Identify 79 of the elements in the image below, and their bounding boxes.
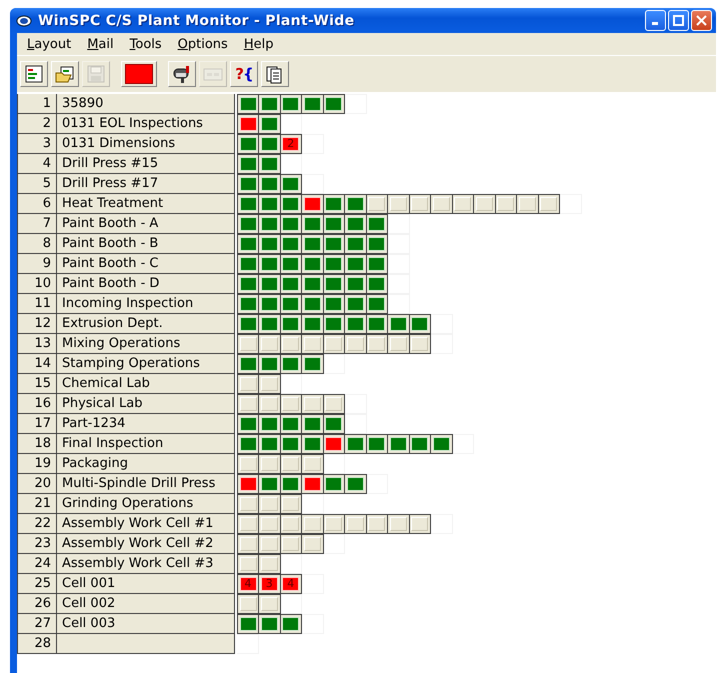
row-number: 24 bbox=[17, 554, 57, 574]
station-name[interactable]: Packaging bbox=[57, 454, 235, 474]
station-name[interactable]: Paint Booth - A bbox=[57, 214, 235, 234]
row-number: 4 bbox=[17, 154, 57, 174]
row-number: 10 bbox=[17, 274, 57, 294]
row-number: 19 bbox=[17, 454, 57, 474]
row-number: 12 bbox=[17, 314, 57, 334]
row-number: 5 bbox=[17, 174, 57, 194]
toolbar-button[interactable] bbox=[261, 61, 289, 87]
pages-icon bbox=[266, 64, 284, 84]
station-name[interactable]: 35890 bbox=[57, 94, 235, 114]
row-number: 28 bbox=[17, 634, 57, 654]
station-name[interactable]: Heat Treatment bbox=[57, 194, 235, 214]
station-name[interactable]: Multi-Spindle Drill Press bbox=[57, 474, 235, 494]
mailbox-icon bbox=[172, 65, 192, 83]
station-name[interactable]: Assembly Work Cell #1 bbox=[57, 514, 235, 534]
row-number: 2 bbox=[17, 114, 57, 134]
menu-item[interactable]: Help bbox=[236, 36, 282, 52]
station-name[interactable]: 0131 Dimensions bbox=[57, 134, 235, 154]
row-number: 21 bbox=[17, 494, 57, 514]
station-name[interactable]: 0131 EOL Inspections bbox=[57, 114, 235, 134]
row-number: 25 bbox=[17, 574, 57, 594]
station-name[interactable]: Paint Booth - D bbox=[57, 274, 235, 294]
station-name[interactable]: Grinding Operations bbox=[57, 494, 235, 514]
close-button[interactable] bbox=[691, 10, 712, 31]
row-number: 23 bbox=[17, 534, 57, 554]
row-number: 18 bbox=[17, 434, 57, 454]
alarm-indicator bbox=[125, 64, 153, 84]
station-name[interactable]: Paint Booth - B bbox=[57, 234, 235, 254]
maximize-icon bbox=[673, 15, 684, 26]
row-number: 27 bbox=[17, 614, 57, 634]
station-name[interactable]: Incoming Inspection bbox=[57, 294, 235, 314]
help-button[interactable]: ?{ bbox=[230, 61, 258, 87]
row-number: 15 bbox=[17, 374, 57, 394]
station-name[interactable]: Final Inspection bbox=[57, 434, 235, 454]
row-number: 7 bbox=[17, 214, 57, 234]
window-title: WinSPC C/S Plant Monitor - Plant-Wide bbox=[38, 12, 356, 28]
row-number: 11 bbox=[17, 294, 57, 314]
row-number: 22 bbox=[17, 514, 57, 534]
station-name[interactable]: Part-1234 bbox=[57, 414, 235, 434]
station-name[interactable]: Chemical Lab bbox=[57, 374, 235, 394]
station-name[interactable]: Physical Lab bbox=[57, 394, 235, 414]
station-name[interactable]: Extrusion Dept. bbox=[57, 314, 235, 334]
minimize-button[interactable] bbox=[645, 10, 666, 31]
list-icon bbox=[25, 65, 43, 83]
close-icon bbox=[696, 15, 707, 26]
menu-item[interactable]: Options bbox=[170, 36, 236, 52]
menu-item[interactable]: Layout bbox=[19, 36, 80, 52]
row-number: 9 bbox=[17, 254, 57, 274]
row-number: 14 bbox=[17, 354, 57, 374]
row-number: 1 bbox=[17, 94, 57, 114]
station-name[interactable]: Assembly Work Cell #3 bbox=[57, 554, 235, 574]
toolbar-button[interactable] bbox=[121, 61, 157, 87]
station-name[interactable]: Drill Press #15 bbox=[57, 154, 235, 174]
toolbar-button[interactable] bbox=[20, 61, 48, 87]
station-name[interactable]: Mixing Operations bbox=[57, 334, 235, 354]
row-number: 26 bbox=[17, 594, 57, 614]
menu-item[interactable]: Mail bbox=[79, 36, 122, 52]
station-name[interactable]: Drill Press #17 bbox=[57, 174, 235, 194]
row-number: 16 bbox=[17, 394, 57, 414]
row-number: 3 bbox=[17, 134, 57, 154]
row-number: 13 bbox=[17, 334, 57, 354]
row-number: 8 bbox=[17, 234, 57, 254]
row-number: 6 bbox=[17, 194, 57, 214]
toolbar-button[interactable] bbox=[168, 61, 196, 87]
folder-icon bbox=[55, 65, 75, 83]
station-name[interactable]: Cell 002 bbox=[57, 594, 235, 614]
eye-icon bbox=[16, 12, 32, 28]
station-name[interactable]: Paint Booth - C bbox=[57, 254, 235, 274]
station-name[interactable]: Cell 001 bbox=[57, 574, 235, 594]
station-name[interactable]: Cell 003 bbox=[57, 614, 235, 634]
row-number: 20 bbox=[17, 474, 57, 494]
empty-slot bbox=[237, 634, 258, 654]
station-name[interactable]: Assembly Work Cell #2 bbox=[57, 534, 235, 554]
station-name[interactable]: Stamping Operations bbox=[57, 354, 235, 374]
toolbar-button[interactable] bbox=[51, 61, 79, 87]
row-number: 17 bbox=[17, 414, 57, 434]
menu-item[interactable]: Tools bbox=[122, 36, 170, 52]
maximize-button[interactable] bbox=[668, 10, 689, 31]
